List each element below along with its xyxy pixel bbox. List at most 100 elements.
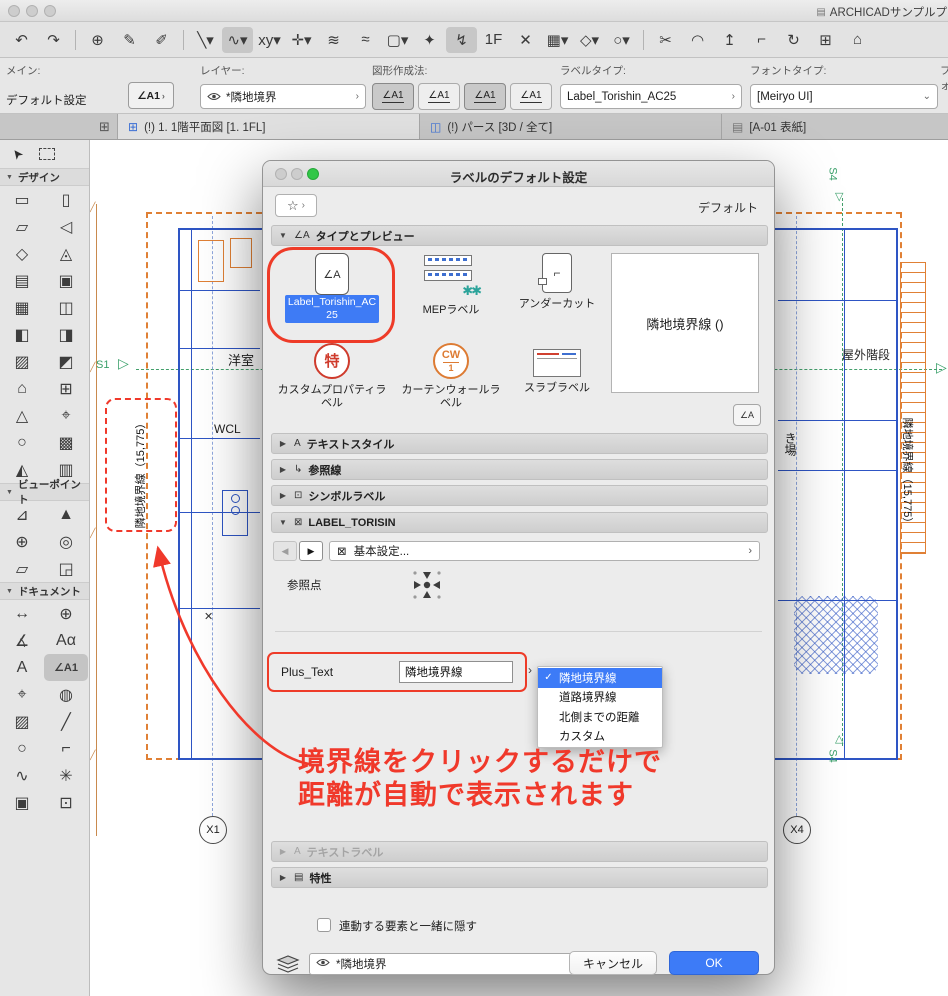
section-text-style-header[interactable]: ▶ A テキストスタイル <box>271 433 768 454</box>
toolbar-icon[interactable] <box>75 29 76 50</box>
tool-icon[interactable]: ⊕ <box>44 600 88 627</box>
toolbar-icon[interactable]: ◇▾ <box>574 27 605 53</box>
toolbar-icon[interactable]: ↯ <box>446 26 477 53</box>
tool-icon[interactable]: ▨ <box>0 348 44 375</box>
tool-icon[interactable]: ◲ <box>44 555 88 582</box>
toolbar-icon[interactable]: ◠ <box>682 27 713 53</box>
tool-icon[interactable]: ▯ <box>44 186 88 213</box>
geometry-method-button[interactable]: ∠A1 <box>418 83 460 110</box>
tool-icon[interactable]: ○ <box>0 735 44 762</box>
section-reference-line-header[interactable]: ▶ ↳ 参照線 <box>271 459 768 480</box>
toolbar-icon[interactable]: ∿▾ <box>222 26 253 53</box>
minimize-window-icon[interactable] <box>26 5 38 17</box>
layer-combo[interactable]: *隣地境界 › <box>200 84 366 109</box>
toolbar-icon[interactable]: ⌂ <box>842 27 873 53</box>
geometry-method-button[interactable]: ∠A1 <box>464 83 506 110</box>
toolbar-icon[interactable]: xy▾ <box>254 27 285 53</box>
label-type-item-curtainwall[interactable]: CW 1 カーテンウォールラベル <box>401 343 501 410</box>
sidebar-section-document[interactable]: ▼ ドキュメント <box>0 582 89 600</box>
tool-icon[interactable]: ⊡ <box>44 789 88 816</box>
arrow-tool-icon[interactable]: ➤ <box>8 145 27 163</box>
toolbar-icon[interactable]: ↥ <box>714 27 745 53</box>
tool-icon[interactable]: ◍ <box>44 681 88 708</box>
tool-icon[interactable]: ▦ <box>0 294 44 321</box>
nav-back-button[interactable]: ◀ <box>273 541 297 561</box>
view-tab[interactable]: ▤ [A-01 表紙] <box>722 114 948 139</box>
settings-page-combo[interactable]: ⊠ 基本設定... › <box>329 541 760 561</box>
tool-icon[interactable]: ∠A1 <box>44 654 88 681</box>
tool-icon[interactable]: ▤ <box>0 267 44 294</box>
toolbar-icon[interactable]: ▦▾ <box>542 27 573 53</box>
plus-text-input[interactable] <box>399 661 513 683</box>
toolbar-icon[interactable]: ○▾ <box>606 27 637 53</box>
toolbar-icon[interactable]: ╲▾ <box>190 27 221 53</box>
marquee-tool-icon[interactable] <box>38 148 55 160</box>
tool-icon[interactable]: ◇ <box>0 240 44 267</box>
view-tab[interactable]: ⊞ (!) 1. 1階平面図 [1. 1FL] <box>118 114 420 139</box>
toolbar-icon[interactable]: ≋ <box>318 27 349 53</box>
view-tab[interactable]: ◫ (!) パース [3D / 全て] <box>420 114 722 139</box>
toolbar-icon[interactable]: ✂ <box>650 27 681 53</box>
layers-button[interactable] <box>273 951 303 976</box>
tool-icon[interactable]: ◨ <box>44 321 88 348</box>
sidebar-section-design[interactable]: ▼ デザイン <box>0 168 89 186</box>
label-type-item-custom-property[interactable]: 特 カスタムプロパティラベル <box>273 343 391 410</box>
tool-icon[interactable]: ∿ <box>0 762 44 789</box>
tool-icon[interactable]: ⊿ <box>0 501 44 528</box>
tool-icon[interactable]: ▣ <box>44 267 88 294</box>
close-window-icon[interactable] <box>8 5 20 17</box>
tool-icon[interactable]: ∡ <box>0 627 44 654</box>
tool-icon[interactable]: ⌂ <box>0 375 44 402</box>
label-type-item-undercut[interactable]: ⌐ アンダーカット <box>507 253 607 311</box>
toolbar-icon[interactable]: ✛▾ <box>286 27 317 53</box>
toolbar-icon[interactable]: ⌐ <box>746 27 777 53</box>
tool-icon[interactable]: ◧ <box>0 321 44 348</box>
tool-icon[interactable]: ▣ <box>0 789 44 816</box>
section-type-preview-header[interactable]: ▼ ∠A タイプとプレビュー <box>271 225 768 246</box>
favorites-button[interactable]: ☆ › <box>275 194 317 217</box>
toolbar-icon[interactable]: ↶ <box>6 27 37 53</box>
tool-icon[interactable]: ◫ <box>44 294 88 321</box>
toolbar-icon[interactable]: ✐ <box>146 27 177 53</box>
toolbar-icon[interactable]: ✎ <box>114 27 145 53</box>
toolbar-icon[interactable] <box>183 29 184 50</box>
dropdown-option[interactable]: 道路境界線 <box>538 688 662 708</box>
toolbar-icon[interactable]: ✦ <box>414 27 445 53</box>
plus-text-expand-icon[interactable]: › <box>528 663 532 677</box>
default-settings-value[interactable]: デフォルト設定 <box>6 92 87 108</box>
nav-forward-button[interactable]: ▶ <box>299 541 323 561</box>
tool-icon[interactable]: △ <box>0 402 44 429</box>
dropdown-option[interactable]: 北側までの距離 <box>538 707 662 727</box>
tool-icon[interactable]: ◬ <box>44 240 88 267</box>
tool-icon[interactable]: ⊞ <box>44 375 88 402</box>
current-tool-chip[interactable]: ∠A1 › <box>128 82 174 109</box>
geometry-method-button[interactable]: ∠A1 <box>510 83 552 110</box>
footer-layer-combo[interactable]: *隣地境界 › <box>309 953 599 975</box>
label-type-item-slab[interactable]: スラブラベル <box>507 343 607 395</box>
toolbar-icon[interactable] <box>643 29 644 50</box>
tool-icon[interactable]: A <box>0 654 44 681</box>
geometry-method-button[interactable]: ∠A1 <box>372 83 414 110</box>
tool-icon[interactable]: ▩ <box>44 429 88 456</box>
tool-icon[interactable]: ⊕ <box>0 528 44 555</box>
dropdown-option[interactable]: ✓ 隣地境界線 <box>538 668 662 688</box>
tool-icon[interactable]: ○ <box>0 429 44 456</box>
quick-options-button[interactable]: ⊞ <box>92 114 118 139</box>
cancel-button[interactable]: キャンセル <box>569 951 657 975</box>
anchor-point-selector[interactable] <box>409 567 445 603</box>
tool-icon[interactable]: ◩ <box>44 348 88 375</box>
tool-icon[interactable]: ⌖ <box>0 681 44 708</box>
tool-icon[interactable]: ⌐ <box>44 735 88 762</box>
ok-button[interactable]: OK <box>669 951 759 975</box>
tool-icon[interactable]: ↔ <box>0 600 44 627</box>
toolbar-icon[interactable]: ↷ <box>38 27 69 53</box>
label-type-combo[interactable]: Label_Torishin_AC25 › <box>560 84 742 109</box>
tool-icon[interactable]: ▨ <box>0 708 44 735</box>
hide-with-elements-checkbox[interactable] <box>317 918 331 932</box>
font-type-combo[interactable]: [Meiryo UI] ⌄ <box>750 84 938 109</box>
tool-icon[interactable]: ✳ <box>44 762 88 789</box>
toolbar-icon[interactable]: ≈ <box>350 27 381 53</box>
preview-option-button[interactable]: ∠A <box>733 404 761 426</box>
section-symbol-label-header[interactable]: ▶ ⊡ シンボルラベル <box>271 485 768 506</box>
tool-icon[interactable]: ▲ <box>44 501 88 528</box>
